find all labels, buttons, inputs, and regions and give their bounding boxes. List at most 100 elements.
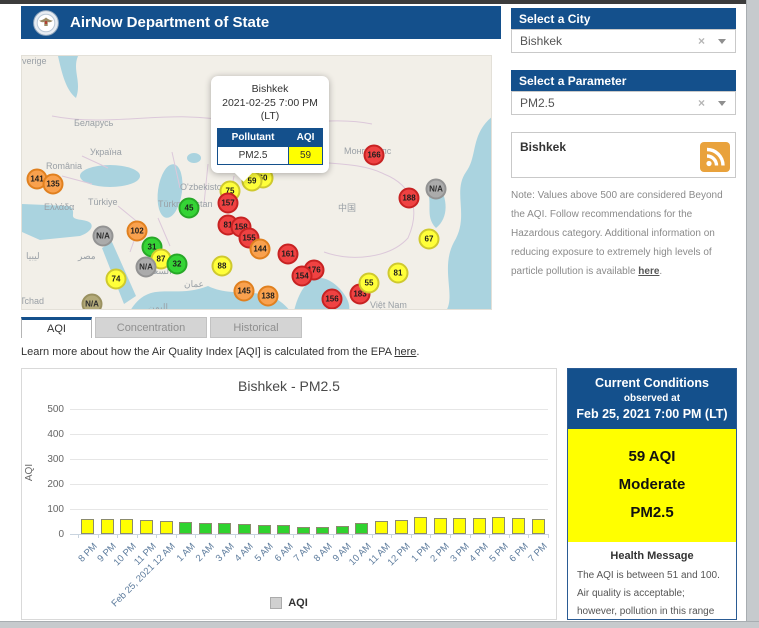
aqi-bar[interactable] [531, 519, 545, 534]
x-axis-tick [547, 534, 549, 538]
tab-historical[interactable]: Historical [210, 317, 302, 338]
aqi-bar[interactable] [316, 527, 330, 534]
parameter-clear-icon[interactable]: × [698, 96, 705, 110]
map-popup: Bishkek 2021-02-25 7:00 PM (LT) Pollutan… [211, 76, 329, 173]
aqi-bar[interactable] [394, 520, 408, 534]
x-axis-tick [508, 534, 510, 538]
note-here-link[interactable]: here [638, 266, 659, 277]
aqi-bar[interactable] [81, 519, 95, 534]
aqi-marker[interactable]: 55 [358, 272, 380, 294]
x-axis-tick [469, 534, 471, 538]
cc-aqi-category: Moderate [618, 476, 686, 493]
parameter-dropdown-arrow-icon[interactable] [718, 100, 726, 106]
gridline [70, 509, 548, 510]
aqi-bar[interactable] [159, 520, 173, 534]
rss-icon[interactable] [700, 142, 730, 172]
window-bottom-edge[interactable] [0, 621, 759, 628]
aqi-bar[interactable] [198, 522, 212, 534]
aqi-marker[interactable]: 188 [398, 187, 420, 209]
aqi-marker[interactable]: 138 [257, 285, 279, 307]
air-quality-map[interactable]: Sverige Беларусь Україна România Ελλάδα Türki… [21, 55, 492, 310]
aqi-bar[interactable] [218, 522, 232, 534]
aqi-bar[interactable] [100, 518, 114, 534]
aqi-bar[interactable] [179, 522, 193, 534]
aqi-bar[interactable] [355, 523, 369, 534]
aqi-bar[interactable] [433, 517, 447, 534]
aqi-bar[interactable] [335, 526, 349, 534]
map-place-label: Беларусь [74, 118, 114, 128]
map-place-label: Việt Nam [370, 300, 407, 310]
aqi-marker[interactable]: N/A [425, 178, 447, 200]
aqi-marker[interactable]: N/A [81, 293, 103, 309]
aqi-marker[interactable]: 154 [291, 265, 313, 287]
aqi-marker[interactable]: 156 [321, 288, 343, 309]
gridline [70, 459, 548, 460]
x-axis-label: 6 PM [506, 541, 531, 565]
x-axis-label: 5 PM [487, 541, 511, 565]
aqi-marker[interactable]: 144 [249, 238, 271, 260]
x-axis-label: 1 AM [174, 541, 198, 565]
aqi-bar[interactable] [492, 516, 506, 534]
dos-seal-logo [33, 9, 59, 36]
aqi-bar[interactable] [140, 519, 154, 534]
aqi-marker[interactable]: 88 [211, 255, 233, 277]
tab-aqi[interactable]: AQI [21, 317, 92, 338]
app-header: AirNow Department of State [21, 6, 501, 39]
popup-col-pollutant: Pollutant [216, 127, 290, 147]
aqi-marker[interactable]: 166 [363, 144, 385, 166]
aqi-marker[interactable]: 145 [233, 280, 255, 302]
aqi-bar[interactable] [120, 518, 134, 534]
x-axis-tick [97, 534, 99, 538]
select-parameter-header: Select a Parameter [511, 70, 736, 91]
aqi-bar[interactable] [277, 525, 291, 534]
gridline [70, 484, 548, 485]
x-axis-tick [430, 534, 432, 538]
aqi-bar[interactable] [414, 517, 428, 534]
cc-title: Current Conditions [595, 376, 709, 390]
map-place-label: Türkiye [88, 197, 118, 207]
map-place-label: Україна [90, 147, 122, 157]
aqi-marker[interactable]: 157 [217, 192, 239, 214]
x-axis-tick [410, 534, 412, 538]
aqi-marker[interactable]: 135 [42, 173, 64, 195]
note-suffix: . [659, 266, 663, 277]
city-clear-icon[interactable]: × [698, 34, 705, 48]
window-top-edge [0, 0, 759, 4]
cc-health-title: Health Message [610, 550, 694, 562]
aqi-bar[interactable] [296, 526, 310, 534]
city-dropdown-arrow-icon[interactable] [718, 38, 726, 44]
city-select[interactable]: Bishkek × [511, 29, 736, 53]
aqi-marker[interactable]: N/A [135, 256, 157, 278]
popup-datetime: 2021-02-25 7:00 PM [222, 96, 318, 109]
epa-here-link[interactable]: here [394, 346, 416, 358]
cc-observed: observed at [623, 393, 681, 404]
map-place-label: Sverige [22, 56, 47, 66]
legend-swatch [270, 597, 283, 609]
parameter-select[interactable]: PM2.5 × [511, 91, 736, 115]
map-place-label: مصر [78, 251, 96, 261]
aqi-marker[interactable]: 45 [178, 197, 200, 219]
aqi-marker[interactable]: 161 [277, 243, 299, 265]
aqi-bar[interactable] [257, 525, 271, 534]
aqi-marker[interactable]: N/A [92, 225, 114, 247]
aqi-marker[interactable]: 67 [418, 228, 440, 250]
aqi-marker[interactable]: 74 [105, 268, 127, 290]
tab-concentration[interactable]: Concentration [95, 317, 207, 338]
chart-panel: Bishkek - PM2.5 AQI 0 100 200 300 400 500 8 PM… [21, 368, 557, 620]
chart-legend[interactable]: AQI [22, 597, 556, 609]
aqi-bar[interactable] [512, 517, 526, 534]
x-axis-tick [117, 534, 119, 538]
aqi-bar[interactable] [472, 517, 486, 534]
aqi-bar[interactable] [237, 524, 251, 534]
cc-aqi-value: 59 AQI [628, 448, 676, 465]
aqi-bar[interactable] [453, 518, 467, 534]
y-axis-title: AQI [24, 463, 36, 482]
window-right-edge[interactable] [746, 0, 759, 628]
aqi-marker[interactable]: 81 [387, 262, 409, 284]
aqi-bar[interactable] [374, 520, 388, 534]
y-axis-tick-label: 200 [47, 479, 64, 490]
aqi-marker[interactable]: 32 [166, 253, 188, 275]
epa-info-line: Learn more about how the Air Quality Ind… [21, 346, 419, 358]
epa-info-text: Learn more about how the Air Quality Ind… [21, 346, 395, 358]
cc-pollutant: PM2.5 [630, 504, 674, 521]
